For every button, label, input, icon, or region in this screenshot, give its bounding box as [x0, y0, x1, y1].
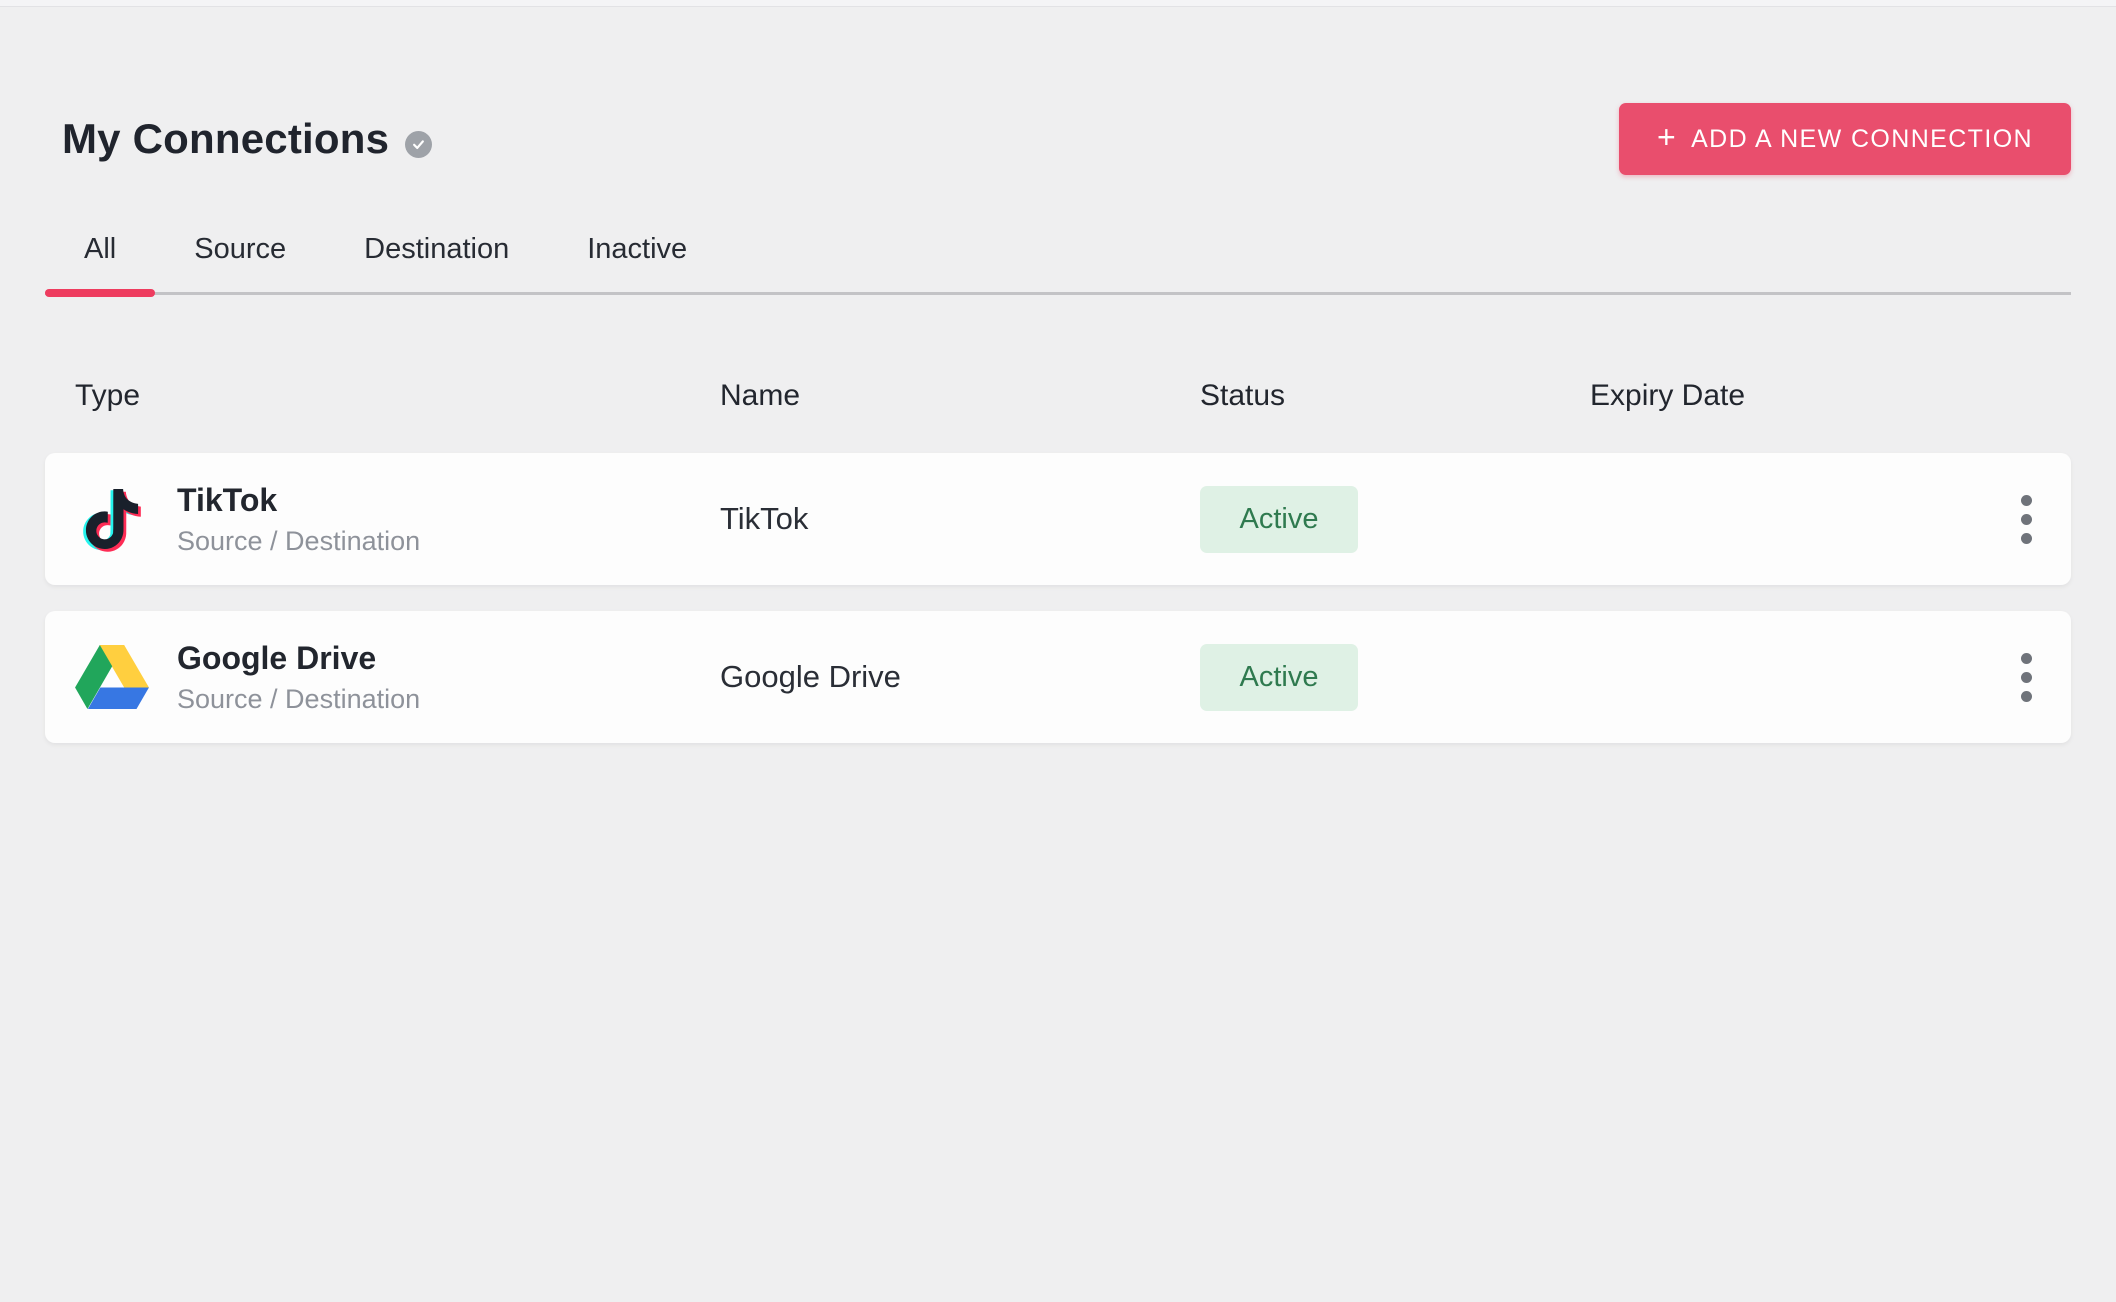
- plus-icon: +: [1657, 119, 1677, 156]
- connection-type-title: Google Drive: [177, 640, 420, 677]
- filter-tabs: All Source Destination Inactive: [45, 233, 2071, 295]
- tab-source[interactable]: Source: [155, 233, 325, 292]
- tab-destination[interactable]: Destination: [325, 233, 548, 292]
- row-actions-kebab-icon[interactable]: [2003, 485, 2050, 554]
- column-header-name: Name: [720, 379, 1200, 413]
- connection-type-subtitle: Source / Destination: [177, 684, 420, 715]
- table-row: Google Drive Source / Destination Google…: [45, 611, 2071, 743]
- google-drive-icon: [75, 645, 149, 709]
- column-header-status: Status: [1200, 379, 1590, 413]
- connections-list: TikTok Source / Destination TikTok Activ…: [45, 453, 2071, 743]
- connection-name: TikTok: [720, 501, 1200, 537]
- table-header-row: Type Name Status Expiry Date: [45, 379, 2071, 413]
- column-header-type: Type: [75, 379, 720, 413]
- connection-name: Google Drive: [720, 659, 1200, 695]
- tab-inactive[interactable]: Inactive: [548, 233, 726, 292]
- row-actions-kebab-icon[interactable]: [2003, 643, 2050, 712]
- table-row: TikTok Source / Destination TikTok Activ…: [45, 453, 2071, 585]
- page-header: My Connections + ADD A NEW CONNECTION: [62, 103, 2071, 175]
- connection-type-subtitle: Source / Destination: [177, 526, 420, 557]
- tiktok-icon: [75, 485, 149, 553]
- column-header-expiry-date: Expiry Date: [1590, 379, 1981, 413]
- top-edge-strip: [0, 0, 2116, 7]
- connection-type-title: TikTok: [177, 482, 420, 519]
- check-circle-icon[interactable]: [405, 131, 432, 158]
- status-badge: Active: [1200, 486, 1358, 553]
- tab-all[interactable]: All: [45, 233, 155, 292]
- add-new-connection-label: ADD A NEW CONNECTION: [1691, 125, 2033, 154]
- page-title: My Connections: [62, 115, 389, 163]
- status-badge: Active: [1200, 644, 1358, 711]
- add-new-connection-button[interactable]: + ADD A NEW CONNECTION: [1619, 103, 2071, 175]
